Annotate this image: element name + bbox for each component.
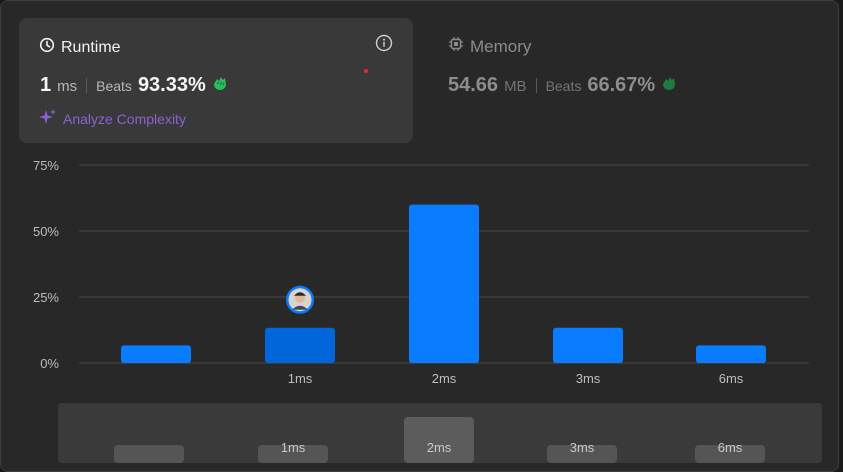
y-tick-label: 50% <box>33 224 59 239</box>
x-tick-label: 6ms <box>719 371 744 386</box>
bar[interactable] <box>265 327 335 363</box>
analyze-complexity-link[interactable]: Analyze Complexity <box>39 108 186 129</box>
x-tick-label: 1ms <box>288 371 313 386</box>
runtime-beats-value: 93.33% <box>137 74 206 96</box>
bar[interactable] <box>409 204 479 363</box>
range-selector[interactable]: 1ms 2ms 3ms 6ms <box>58 403 822 463</box>
clap-icon <box>660 75 678 96</box>
sparkle-icon <box>39 108 57 129</box>
bar[interactable] <box>121 345 191 363</box>
range-label: 6ms <box>718 440 743 455</box>
y-tick-label: 75% <box>33 158 59 173</box>
divider <box>86 78 88 93</box>
memory-unit: MB <box>504 78 527 95</box>
memory-beats-value: 66.67% <box>587 74 656 96</box>
clap-icon <box>211 75 229 96</box>
range-selector-track[interactable]: 1ms 2ms 3ms 6ms <box>58 403 822 463</box>
user-avatar[interactable] <box>286 285 314 314</box>
memory-title: Memory <box>448 36 678 57</box>
memory-title-text: Memory <box>470 36 532 56</box>
results-panel: Runtime 1 ms Beats 93.33% Analyze Comple… <box>0 0 839 472</box>
x-tick-label: 2ms <box>432 371 457 386</box>
runtime-stats: 1 ms Beats 93.33% <box>40 74 229 97</box>
chip-icon <box>448 36 464 57</box>
memory-card[interactable]: Memory 54.66 MB Beats 66.67% <box>448 36 678 97</box>
runtime-card[interactable]: Runtime 1 ms Beats 93.33% Analyze Comple… <box>19 18 413 143</box>
runtime-beats-label: Beats <box>96 78 132 94</box>
bar[interactable] <box>553 327 623 363</box>
range-label: 1ms <box>281 440 306 455</box>
notification-dot <box>364 69 368 73</box>
info-icon[interactable] <box>375 34 393 57</box>
clock-icon <box>39 37 55 58</box>
x-tick-label: 3ms <box>576 371 601 386</box>
memory-stats: 54.66 MB Beats 66.67% <box>448 74 678 97</box>
memory-value: 54.66 <box>448 74 499 96</box>
runtime-title-text: Runtime <box>61 38 121 56</box>
range-bar[interactable] <box>114 445 184 463</box>
y-tick-label: 25% <box>33 290 59 305</box>
runtime-unit: ms <box>57 78 78 95</box>
analyze-complexity-label: Analyze Complexity <box>63 110 186 127</box>
runtime-value: 1 <box>40 74 52 96</box>
memory-beats-label: Beats <box>545 78 582 94</box>
divider <box>535 78 537 93</box>
bar[interactable] <box>696 345 766 363</box>
y-tick-label: 0% <box>40 356 59 371</box>
runtime-title: Runtime <box>39 37 121 58</box>
range-label: 2ms <box>427 440 452 455</box>
runtime-distribution-chart: 75% 50% 25% 0% 1ms 2ms 3ms 6ms <box>33 158 809 386</box>
range-label: 3ms <box>570 440 595 455</box>
